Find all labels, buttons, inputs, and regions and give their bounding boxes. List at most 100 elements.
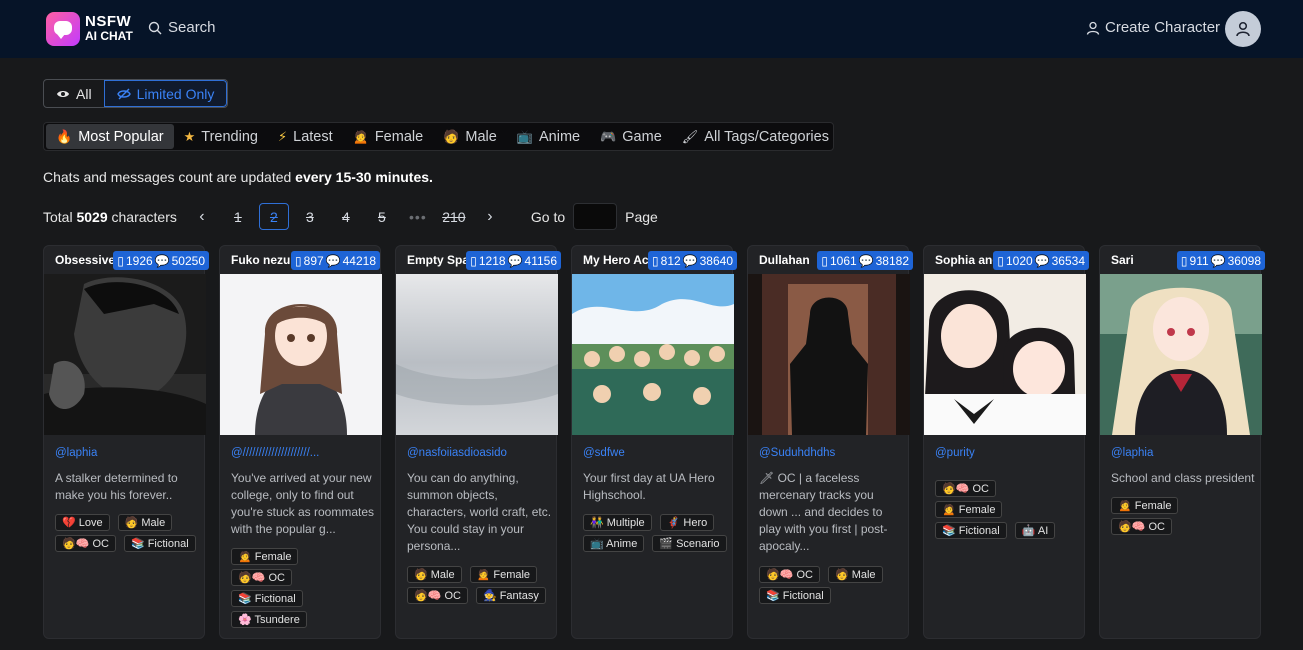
character-card[interactable]: My Hero Academia ▯ 812 💬 38640 @sdfwe Your…	[571, 245, 737, 639]
female-icon: 🙍	[352, 128, 369, 144]
filter-all-button[interactable]: All	[44, 80, 104, 107]
tag-oc[interactable]: 🧑🧠 OC	[759, 566, 820, 583]
tag-ai[interactable]: 🤖 AI	[1014, 522, 1056, 539]
tag-fantasy[interactable]: 🧙 Fantasy	[475, 587, 546, 604]
eye-icon	[57, 90, 69, 97]
character-image[interactable]	[572, 274, 734, 435]
tag-male[interactable]: 🧑 Male	[407, 566, 462, 583]
tag-scenario[interactable]: 🎬 Scenario	[652, 535, 727, 552]
tag-oc[interactable]: 🧑🧠 OC	[55, 535, 116, 552]
tab-most-popular[interactable]: 🔥 Most Popular	[46, 124, 174, 149]
tab-anime[interactable]: 📺 Anime	[507, 124, 590, 149]
tab-male[interactable]: 🧑 Male	[433, 124, 507, 149]
prev-page-button[interactable]: ‹	[187, 203, 217, 230]
card-description: Your first day at UA Hero Highschool.	[583, 471, 715, 502]
character-card[interactable]: Obsessive Stalker ▯ 1926 💬 50250 @laphia A…	[43, 245, 209, 639]
goto-page-input[interactable]	[573, 203, 618, 230]
tab-label: All Tags/Categories	[704, 128, 829, 145]
tag-anime[interactable]: 📺 Anime	[583, 535, 645, 552]
next-page-button[interactable]: ›	[475, 203, 505, 230]
account-avatar-button[interactable]	[1225, 11, 1261, 47]
notice-text: Chats and messages count are updated	[43, 169, 296, 185]
search-button[interactable]: Search	[148, 19, 216, 36]
tag-multiple[interactable]: 👫 Multiple	[583, 514, 652, 531]
creator-handle[interactable]: @purity	[935, 447, 975, 459]
page-2-button[interactable]: 2	[258, 203, 289, 230]
character-image[interactable]	[924, 274, 1086, 435]
tag-oc[interactable]: 🧑🧠 OC	[231, 569, 292, 586]
tag-female[interactable]: 🙍 Female	[1111, 497, 1179, 514]
tag-love[interactable]: 💔 Love	[55, 514, 110, 531]
brand-top-text: NSFW	[85, 13, 132, 30]
tab-trending[interactable]: ★ Trending	[174, 124, 268, 149]
character-card[interactable]: Dullahan ▯ 1061 💬 38182 @Suduhdhdhs 🗡 OC |…	[747, 245, 913, 639]
tag-male[interactable]: 🧑 Male	[827, 566, 883, 583]
page-3-button[interactable]: 3	[295, 203, 325, 230]
tag-oc[interactable]: 🧑🧠 OC	[935, 480, 996, 497]
creator-handle[interactable]: @nasfoiiasdioasido	[407, 447, 507, 459]
tab-all-tags[interactable]: 🖌 All Tags/Categories	[672, 124, 839, 149]
fire-icon: 🔥	[56, 128, 73, 144]
tag-female[interactable]: 🙍 Female	[469, 566, 538, 583]
character-card[interactable]: Empty Space ▯ 1218 💬 41156 @nasfoiiasdioas…	[395, 245, 561, 639]
creator-handle[interactable]: @laphia	[55, 447, 97, 459]
total-count: 5029	[76, 208, 108, 225]
tag-fictional[interactable]: 📚 Fictional	[935, 522, 1007, 539]
messages-icon: 💬	[1210, 253, 1226, 268]
total-prefix: Total	[43, 208, 77, 225]
character-image[interactable]	[44, 274, 206, 435]
character-card[interactable]: Sophia and Kaori ▯ 1020 💬 36534 @purity 🧑🧠…	[923, 245, 1089, 639]
tag-hero[interactable]: 🦸 Hero	[659, 514, 715, 531]
gamepad-icon: 🎮	[600, 128, 617, 144]
tag-oc[interactable]: 🧑🧠 OC	[407, 587, 468, 604]
page-5-button[interactable]: 5	[367, 203, 397, 230]
character-image[interactable]	[748, 274, 910, 435]
filter-limited-label: Limited Only	[136, 85, 215, 102]
creator-handle[interactable]: @sdfwe	[583, 447, 625, 459]
page-label: Page	[625, 208, 658, 225]
tab-latest[interactable]: ⚡ Latest	[268, 124, 343, 149]
page-4-button[interactable]: 4	[331, 203, 361, 230]
creator-handle[interactable]: @Suduhdhdhs	[759, 447, 835, 459]
brand-logo[interactable]	[46, 12, 80, 46]
page-1-button[interactable]: 1	[223, 203, 253, 230]
page-ellipsis[interactable]: •••	[403, 203, 433, 230]
message-count: 41156	[524, 253, 557, 268]
page-210-button[interactable]: 210	[439, 203, 469, 230]
tag-tsundere[interactable]: 🌸 Tsundere	[231, 611, 307, 628]
character-image[interactable]	[220, 274, 382, 435]
filter-limited-button[interactable]: Limited Only	[103, 80, 228, 107]
message-count: 44218	[342, 253, 376, 268]
tag-fictional[interactable]: 📚 Fictional	[231, 590, 303, 607]
character-image[interactable]	[1100, 274, 1262, 435]
lightning-icon: ⚡	[277, 128, 288, 144]
tag-female[interactable]: 🙍 Female	[935, 501, 1003, 518]
card-description: 🗡 OC | a faceless mercenary tracks you d…	[759, 471, 888, 553]
tab-label: Male	[465, 128, 497, 145]
tag-male[interactable]: 🧑 Male	[117, 514, 173, 531]
tab-game[interactable]: 🎮 Game	[590, 124, 672, 149]
tag-oc[interactable]: 🧑🧠 OC	[1111, 518, 1172, 535]
tab-label: Anime	[538, 128, 581, 145]
tag-fictional[interactable]: 📚 Fictional	[123, 535, 196, 552]
search-icon	[148, 21, 162, 34]
message-count: 36534	[1051, 253, 1085, 268]
chat-icon: ▯	[117, 253, 124, 268]
visibility-filter: All Limited Only	[43, 79, 229, 108]
messages-icon: 💬	[1034, 253, 1050, 268]
messages-icon: 💬	[154, 253, 170, 268]
total-suffix: characters	[107, 208, 177, 225]
character-image[interactable]	[396, 274, 558, 435]
character-card[interactable]: Fuko nezuhara ▯ 897 💬 44218 @/////////////…	[219, 245, 382, 639]
creator-handle[interactable]: @/////////////////////...	[231, 447, 319, 459]
create-character-button[interactable]: Create Character	[1086, 19, 1220, 36]
brand-name[interactable]: NSFW AI CHAT	[85, 14, 133, 44]
tag-female[interactable]: 🙍 Female	[231, 548, 299, 565]
user-icon	[1086, 21, 1100, 35]
tab-female[interactable]: 🙍 Female	[343, 124, 434, 149]
card-tags: 👫 Multiple 🦸 Hero 📺 Anime 🎬 Scenario	[583, 514, 729, 552]
goto-label: Go to	[530, 208, 566, 225]
character-card[interactable]: Sari ▯ 911 💬 36098 @laphia School and clas…	[1099, 245, 1265, 639]
creator-handle[interactable]: @laphia	[1111, 447, 1153, 459]
tag-fictional[interactable]: 📚 Fictional	[759, 587, 831, 604]
